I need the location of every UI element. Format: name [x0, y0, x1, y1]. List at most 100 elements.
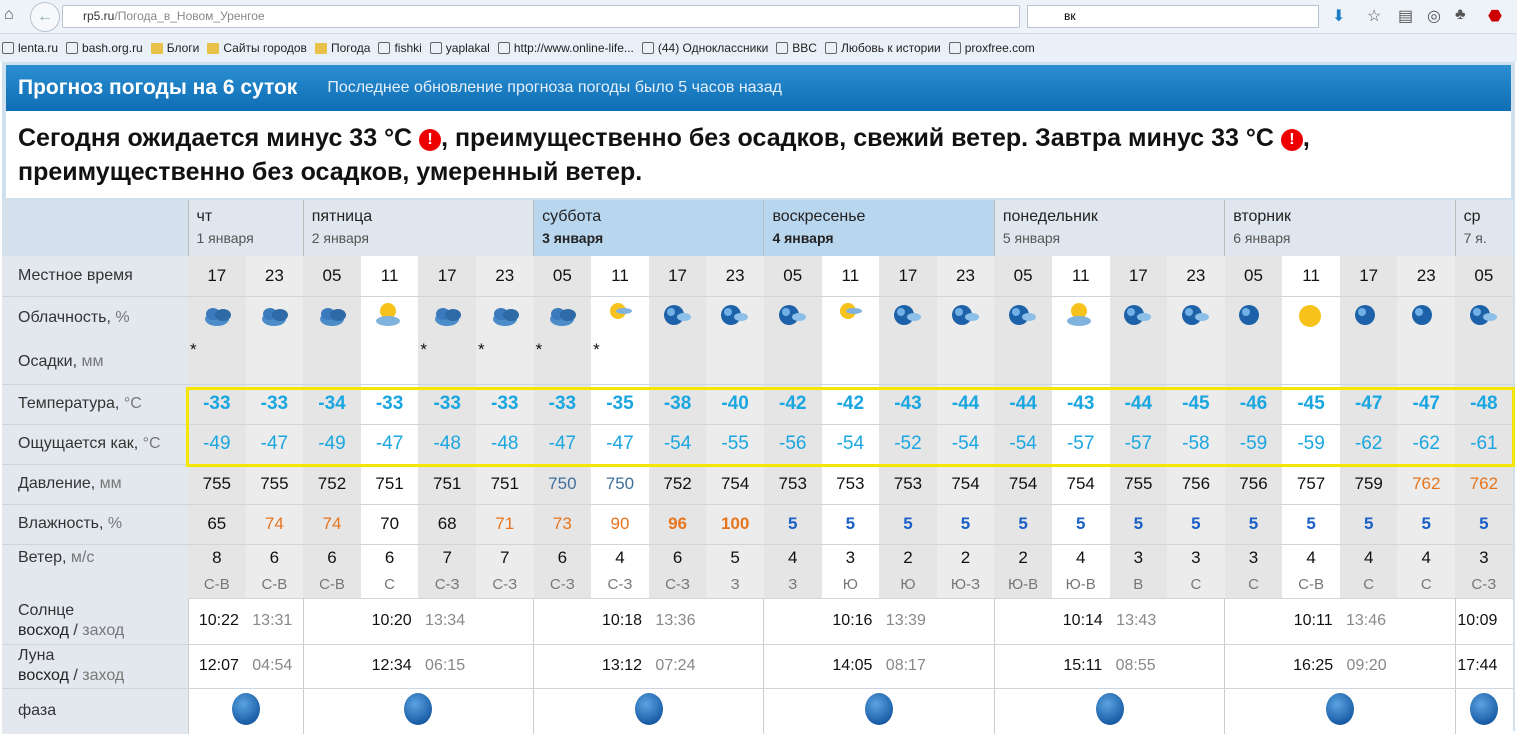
night-cloud-icon: [994, 296, 1052, 340]
pressure-cell: 756: [1224, 464, 1283, 505]
bookmark-item[interactable]: Блоги: [150, 41, 199, 55]
bookmark-item[interactable]: Любовь к истории: [824, 41, 941, 55]
feels-like-cell: -55: [706, 424, 764, 465]
back-button[interactable]: ←: [30, 2, 60, 32]
wind-direction-cell: Ю-В: [1051, 572, 1110, 599]
bookmark-item[interactable]: http://www.online-life...: [497, 41, 634, 55]
overcast-icon: [245, 296, 304, 340]
hour-cell: 17: [1109, 256, 1168, 297]
row-label: Местное время: [2, 256, 188, 297]
hour-cell: 23: [936, 256, 995, 297]
sun-times: 10:16 13:39: [763, 598, 995, 645]
temperature-cell: -44: [936, 384, 995, 425]
wind-speed-cell: 7: [475, 544, 534, 572]
bookmark-label: bash.org.ru: [82, 41, 143, 55]
sun-cloud-icon: [591, 296, 649, 340]
hour-cell: 11: [360, 256, 419, 297]
pressure-cell: 754: [1051, 464, 1110, 505]
forecast-header: Прогноз погоды на 6 суток Последнее обно…: [6, 65, 1511, 111]
row-label: Температура, °C: [2, 384, 188, 425]
wind-direction-cell: Ю: [821, 572, 880, 599]
day-header[interactable]: чт 1 января: [187, 200, 304, 256]
humidity-cell: 70: [360, 504, 419, 545]
bookmark-item[interactable]: yaplakal: [429, 41, 490, 55]
bookmark-item[interactable]: BBC: [776, 41, 817, 55]
moon-phase-cell: [187, 688, 304, 734]
hour-cell: 23: [475, 256, 534, 297]
star-icon[interactable]: ☆: [1367, 6, 1381, 26]
feels-like-cell: -57: [1109, 424, 1168, 465]
reader-icon[interactable]: ▤: [1398, 6, 1413, 26]
addon-icon[interactable]: ♣: [1455, 6, 1466, 24]
wind-speed-cell: 4: [1282, 544, 1340, 572]
humidity-cell: 5: [994, 504, 1052, 545]
pressure-cell: 757: [1282, 464, 1340, 505]
sun-icon: [1282, 296, 1340, 340]
warning-icon[interactable]: !: [1280, 129, 1303, 151]
precip-cell: [1397, 340, 1456, 385]
bookmark-label: Погода: [330, 41, 371, 55]
bookmark-item[interactable]: Погода: [314, 41, 371, 55]
hour-cell: 05: [994, 256, 1052, 297]
feels-like-cell: -52: [879, 424, 937, 465]
extension-icon[interactable]: ◎: [1427, 6, 1441, 26]
humidity-cell: 5: [1167, 504, 1225, 545]
precip-cell: [763, 340, 822, 385]
night-cloud-icon: [1455, 296, 1513, 340]
pressure-cell: 751: [360, 464, 419, 505]
pressure-cell: 752: [303, 464, 361, 505]
pressure-cell: 762: [1397, 464, 1456, 505]
temperature-cell: -38: [648, 384, 707, 425]
bookmark-item[interactable]: proxfree.com: [948, 41, 1035, 55]
temperature-cell: -33: [360, 384, 419, 425]
precip-cell: [994, 340, 1052, 385]
bookmark-item[interactable]: lenta.ru: [2, 41, 58, 55]
sun-times: 10:09: [1454, 598, 1513, 645]
feels-like-cell: -56: [763, 424, 822, 465]
feels-like-cell: -57: [1051, 424, 1110, 465]
pressure-cell: 754: [994, 464, 1052, 505]
night-cloud-icon: [936, 296, 995, 340]
download-icon[interactable]: ⬇: [1332, 6, 1345, 26]
temperature-cell: -34: [303, 384, 361, 425]
adblock-icon[interactable]: ⬣: [1488, 6, 1502, 26]
wind-direction-cell: С: [1397, 572, 1456, 599]
bookmark-item[interactable]: fishki: [378, 41, 422, 55]
wind-speed-cell: 3: [1109, 544, 1168, 572]
day-header[interactable]: суббота 3 января: [533, 200, 764, 256]
moon-phase-cell: [533, 688, 764, 734]
humidity-cell: 100: [706, 504, 764, 545]
bookmark-item[interactable]: bash.org.ru: [66, 41, 143, 55]
moon-phase-icon: [1470, 692, 1499, 725]
moon-phase-icon: [1325, 692, 1354, 725]
bookmark-label: http://www.online-life...: [513, 41, 634, 55]
precip-cell: [936, 340, 995, 385]
folder-icon: [150, 42, 163, 54]
home-icon[interactable]: ⌂: [4, 6, 14, 24]
precip-cell: [360, 340, 419, 385]
wind-direction-cell: С-В: [1282, 572, 1340, 599]
moon-phase-icon: [865, 692, 894, 725]
hour-cell: 05: [303, 256, 361, 297]
temperature-cell: -33: [533, 384, 592, 425]
moon-times: 15:11 08:55: [993, 644, 1225, 689]
wind-speed-cell: 4: [1339, 544, 1398, 572]
bookmark-item[interactable]: (44) Одноклассники: [641, 41, 768, 55]
folder-icon: [207, 42, 220, 54]
day-header[interactable]: ср 7 я.: [1454, 200, 1513, 256]
night-cloud-icon: [879, 296, 937, 340]
day-header[interactable]: воскресенье 4 января: [763, 200, 995, 256]
search-input[interactable]: вк: [1027, 5, 1319, 28]
warning-icon[interactable]: !: [419, 129, 442, 151]
day-header[interactable]: вторник 6 января: [1224, 200, 1456, 256]
wind-direction-cell: С-В: [245, 572, 304, 599]
address-bar[interactable]: rp5.ru/Погода_в_Новом_Уренгое: [62, 5, 1020, 28]
day-header[interactable]: понедельник 5 января: [993, 200, 1225, 256]
hour-cell: 23: [706, 256, 764, 297]
day-header[interactable]: пятница 2 января: [302, 200, 534, 256]
bookmark-item[interactable]: Сайты городов: [207, 41, 307, 55]
feels-like-cell: -49: [188, 424, 246, 465]
hour-cell: 17: [648, 256, 707, 297]
humidity-cell: 74: [245, 504, 304, 545]
sun-cloud-icon: [821, 296, 880, 340]
